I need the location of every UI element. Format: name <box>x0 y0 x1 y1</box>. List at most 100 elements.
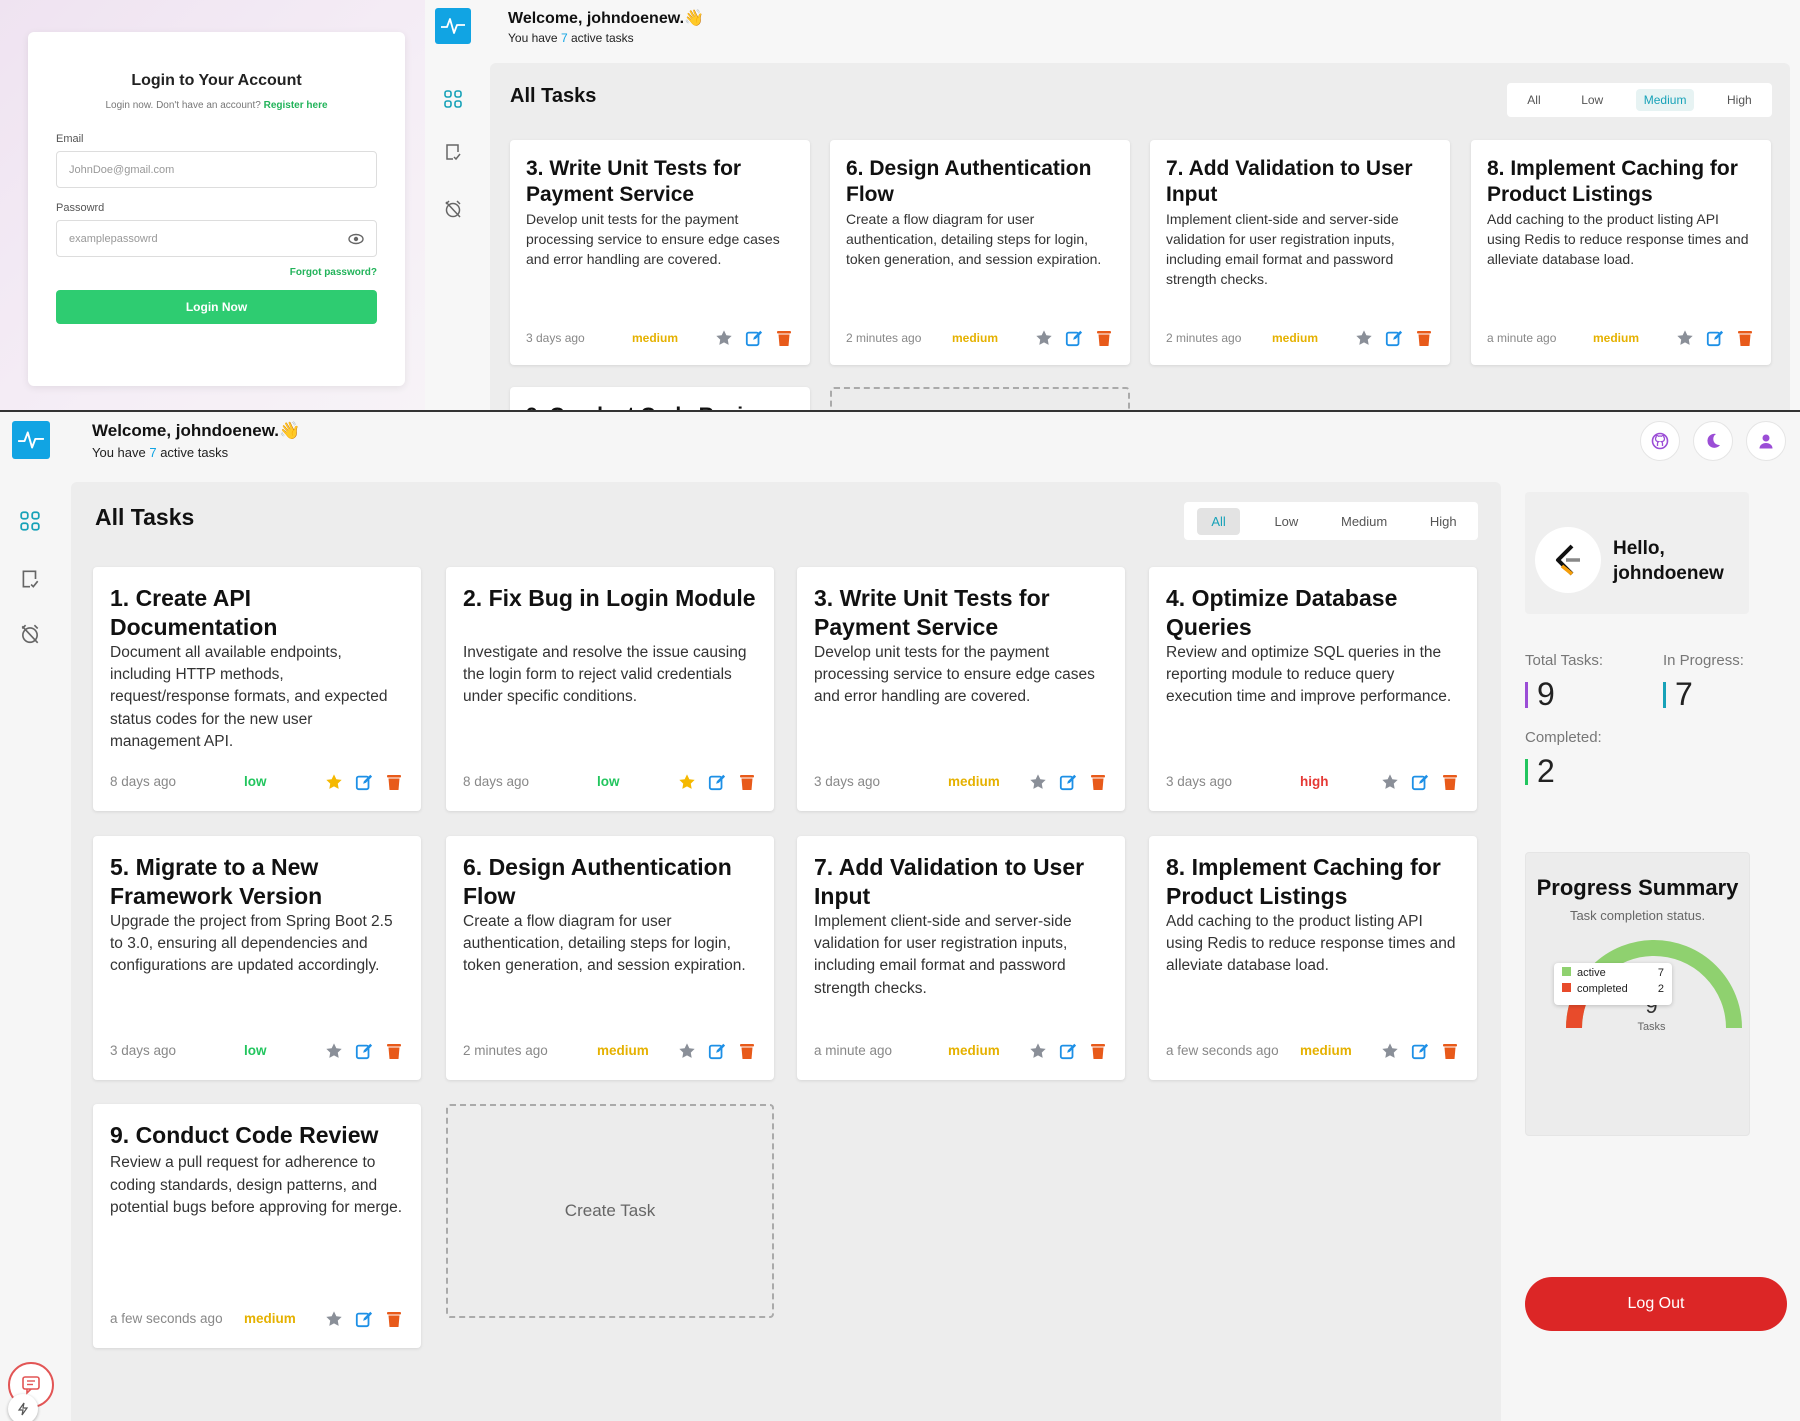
avatar[interactable] <box>1535 527 1601 593</box>
app-logo[interactable] <box>435 8 471 44</box>
password-field[interactable]: examplepassowrd <box>56 220 377 257</box>
task-card[interactable]: 2. Fix Bug in Login Module Investigate an… <box>446 567 774 811</box>
priority-badge: medium <box>1300 1043 1352 1058</box>
forgot-password-link[interactable]: Forgot password? <box>56 267 377 278</box>
task-card[interactable]: 4. Optimize Database Queries Review and o… <box>1149 567 1477 811</box>
task-card[interactable]: 9. Conduct Code Review Review a pull requ… <box>93 1104 421 1348</box>
task-title: 9. Conduct Code Review <box>110 1122 379 1148</box>
star-icon[interactable] <box>1028 772 1048 792</box>
delete-icon[interactable] <box>1414 328 1434 348</box>
edit-icon[interactable] <box>1384 328 1404 348</box>
delete-icon[interactable] <box>1735 328 1755 348</box>
filter-low-main[interactable]: Low <box>1266 510 1306 533</box>
task-card[interactable]: 7. Add Validation to User Input Implement… <box>797 836 1125 1080</box>
create-task-card-top[interactable] <box>830 387 1130 410</box>
task-card[interactable]: 9. Conduct Code Review <box>510 387 810 410</box>
star-icon[interactable] <box>1354 328 1374 348</box>
priority-badge: low <box>244 774 267 789</box>
profile-button[interactable] <box>1746 421 1786 461</box>
delete-icon[interactable] <box>384 772 404 792</box>
register-link[interactable]: Register here <box>264 100 328 111</box>
panel-title-main: All Tasks <box>95 504 195 530</box>
task-card[interactable]: 8. Implement Caching for Product Listing… <box>1149 836 1477 1080</box>
progress-summary-subtitle: Task completion status. <box>1569 908 1706 923</box>
alarm-off-icon[interactable] <box>441 197 465 221</box>
delete-icon[interactable] <box>384 1041 404 1061</box>
progress-summary-card: Progress Summary Task completion status.… <box>1525 852 1750 1136</box>
task-card[interactable]: 3. Write Unit Tests for Payment Service D… <box>510 140 810 365</box>
star-icon[interactable] <box>1028 1041 1048 1061</box>
delete-icon[interactable] <box>1088 1041 1108 1061</box>
delete-icon[interactable] <box>1094 328 1114 348</box>
dark-mode-button[interactable] <box>1693 421 1733 461</box>
star-icon[interactable] <box>324 1041 344 1061</box>
star-icon[interactable] <box>1380 772 1400 792</box>
grid-icon-main[interactable] <box>18 509 42 533</box>
edit-icon[interactable] <box>354 772 374 792</box>
task-title: 6. Design Authentication Flow <box>846 157 1092 207</box>
task-card[interactable]: 1. Create API Documentation Document all … <box>93 567 421 811</box>
filter-high[interactable]: High <box>1719 89 1760 111</box>
star-icon[interactable] <box>714 328 734 348</box>
grid-icon[interactable] <box>441 87 465 111</box>
task-card[interactable]: 6. Design Authentication Flow Create a fl… <box>830 140 1130 365</box>
task-actions <box>704 328 794 348</box>
star-icon[interactable] <box>1675 328 1695 348</box>
delete-icon[interactable] <box>1440 1041 1460 1061</box>
star-icon[interactable] <box>324 772 344 792</box>
delete-icon[interactable] <box>1440 772 1460 792</box>
delete-icon[interactable] <box>384 1309 404 1329</box>
filter-all-main[interactable]: All <box>1197 507 1240 535</box>
edit-icon[interactable] <box>1705 328 1725 348</box>
edit-icon[interactable] <box>1058 1041 1078 1061</box>
delete-icon[interactable] <box>774 328 794 348</box>
email-field[interactable]: JohnDoe@gmail.com <box>56 151 377 188</box>
task-card[interactable]: 7. Add Validation to User Input Implement… <box>1150 140 1450 365</box>
login-card: Login to Your Account Login now. Don't h… <box>28 32 405 386</box>
filter-all[interactable]: All <box>1519 89 1548 111</box>
star-icon[interactable] <box>677 1041 697 1061</box>
task-check-icon[interactable] <box>441 140 465 164</box>
email-label: Email <box>56 133 84 145</box>
star-icon[interactable] <box>324 1309 344 1329</box>
delete-icon[interactable] <box>737 772 757 792</box>
task-card[interactable]: 6. Design Authentication Flow Create a fl… <box>446 836 774 1080</box>
panel-title: All Tasks <box>510 85 597 107</box>
alarm-off-icon-main[interactable] <box>18 622 42 646</box>
edit-icon[interactable] <box>1410 772 1430 792</box>
in-progress-label: In Progress: <box>1663 652 1744 669</box>
task-check-icon-main[interactable] <box>18 567 42 591</box>
task-time: a few seconds ago <box>1166 1043 1279 1058</box>
login-button[interactable]: Login Now <box>56 290 377 324</box>
star-icon[interactable] <box>1380 1041 1400 1061</box>
priority-badge: medium <box>632 331 679 345</box>
github-button[interactable] <box>1640 421 1680 461</box>
edit-icon[interactable] <box>707 1041 727 1061</box>
hello-greeting: Hello, johndoenew <box>1613 537 1724 586</box>
filter-high-main[interactable]: High <box>1422 510 1465 533</box>
edit-icon[interactable] <box>1064 328 1084 348</box>
edit-icon[interactable] <box>744 328 764 348</box>
delete-icon[interactable] <box>737 1041 757 1061</box>
app-logo-main[interactable] <box>12 421 50 459</box>
logout-button[interactable]: Log Out <box>1525 1277 1787 1331</box>
create-task-card[interactable]: Create Task <box>446 1104 774 1318</box>
task-card[interactable]: 8. Implement Caching for Product Listing… <box>1471 140 1771 365</box>
active-count-main: 7 <box>149 445 157 460</box>
filter-medium-main[interactable]: Medium <box>1333 510 1395 533</box>
star-icon[interactable] <box>1034 328 1054 348</box>
filter-medium[interactable]: Medium <box>1635 89 1695 111</box>
task-card[interactable]: 5. Migrate to a New Framework Version Upg… <box>93 836 421 1080</box>
filter-low[interactable]: Low <box>1573 89 1611 111</box>
edit-icon[interactable] <box>1410 1041 1430 1061</box>
flash-icon[interactable] <box>8 1394 38 1421</box>
task-card[interactable]: 3. Write Unit Tests for Payment Service D… <box>797 567 1125 811</box>
edit-icon[interactable] <box>707 772 727 792</box>
eye-icon[interactable] <box>348 231 364 247</box>
edit-icon[interactable] <box>1058 772 1078 792</box>
edit-icon[interactable] <box>354 1041 374 1061</box>
completed-bar <box>1525 759 1528 785</box>
star-icon[interactable] <box>677 772 697 792</box>
delete-icon[interactable] <box>1088 772 1108 792</box>
edit-icon[interactable] <box>354 1309 374 1329</box>
